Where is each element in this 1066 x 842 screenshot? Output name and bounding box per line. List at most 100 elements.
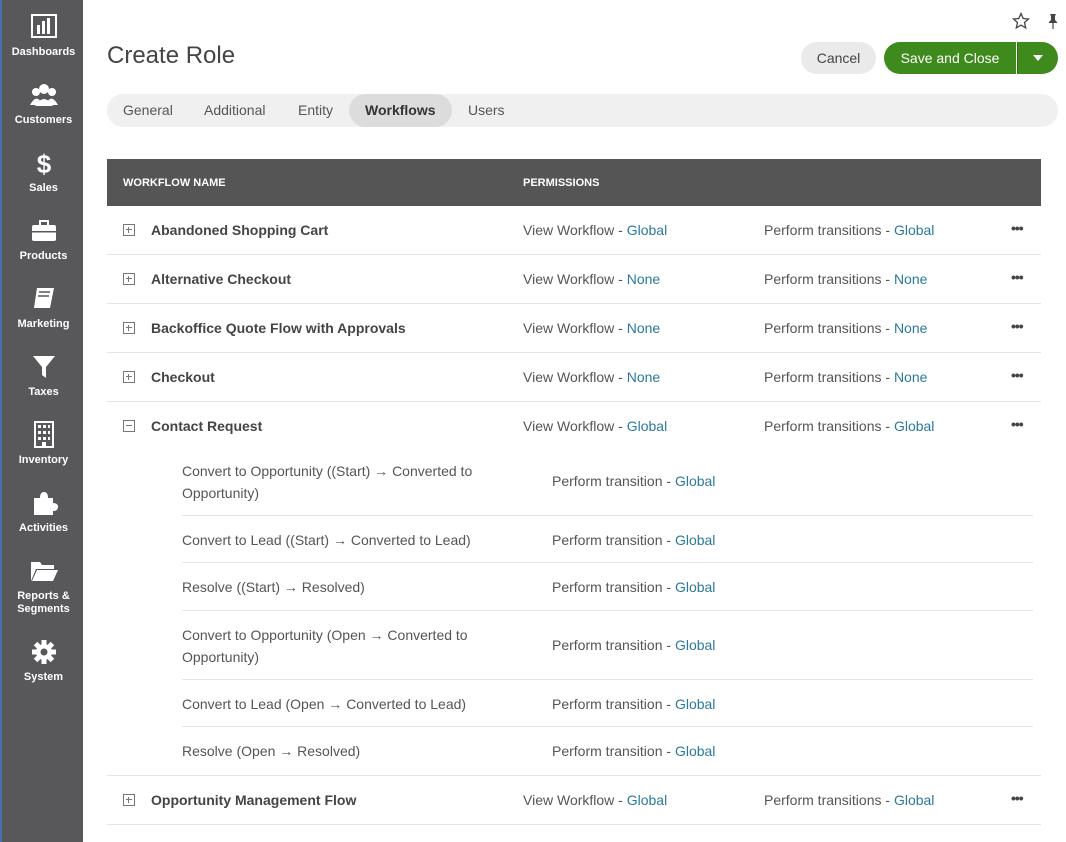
permission-label: Perform transition - — [552, 696, 675, 712]
permission-level-link[interactable]: Global — [627, 222, 667, 238]
table-row: Abandoned Shopping Cart View Workflow - … — [107, 206, 1041, 255]
star-icon[interactable] — [1011, 11, 1031, 30]
transition-name: Resolve (Open → Resolved) — [182, 743, 361, 759]
transition-permission: Perform transition - Global — [552, 696, 715, 712]
tab-workflows[interactable]: Workflows — [349, 94, 452, 127]
transition-name: Convert to Lead (Open → Converted to Lea… — [182, 696, 467, 712]
briefcase-icon — [31, 220, 56, 241]
nav-label: Customers — [14, 114, 73, 126]
permission-label: Perform transition - — [552, 532, 675, 548]
table-row: Checkout View Workflow - None Perform tr… — [107, 353, 1041, 402]
workflow-name: Alternative Checkout — [151, 271, 292, 287]
svg-text:$: $ — [36, 149, 51, 178]
nav-products[interactable]: Products — [2, 216, 85, 263]
nav-marketing[interactable]: Marketing — [2, 284, 85, 331]
permission-label: View Workflow - — [523, 369, 627, 385]
tab-additional[interactable]: Additional — [188, 94, 282, 127]
tab-general[interactable]: General — [107, 94, 189, 127]
expand-icon[interactable] — [123, 371, 135, 383]
nav-label: Reports & Segments — [17, 590, 70, 615]
row-actions-more-icon[interactable]: ••• — [1011, 269, 1024, 285]
nav-label: Sales — [29, 182, 58, 194]
expand-icon[interactable] — [123, 224, 135, 236]
nav-label: Marketing — [17, 318, 70, 330]
row-actions-more-icon[interactable]: ••• — [1011, 416, 1024, 432]
permission-label: View Workflow - — [523, 222, 627, 238]
book-icon — [33, 288, 54, 308]
row-actions-more-icon[interactable]: ••• — [1011, 318, 1024, 334]
permission-level-link[interactable]: Global — [675, 532, 715, 548]
perform-transitions-permission: Perform transitions - None — [764, 320, 927, 336]
tab-entity[interactable]: Entity — [282, 94, 349, 127]
permission-level-link[interactable]: Global — [894, 792, 934, 808]
puzzle-icon — [33, 492, 58, 515]
column-header-workflow-name: WORKFLOW NAME — [123, 177, 226, 189]
workflow-name: Opportunity Management Flow — [151, 792, 357, 808]
transition-row: Convert to Opportunity (Open → Converted… — [182, 611, 1033, 680]
perform-transitions-permission: Perform transitions - Global — [764, 792, 934, 808]
permission-level-link[interactable]: Global — [627, 792, 667, 808]
row-actions-more-icon[interactable]: ••• — [1011, 367, 1024, 383]
permission-level-link[interactable]: None — [627, 320, 660, 336]
transition-row: Resolve ((Start) → Resolved) Perform tra… — [182, 563, 1033, 611]
tab-users[interactable]: Users — [452, 94, 521, 127]
view-workflow-permission: View Workflow - None — [523, 271, 660, 287]
users-icon — [29, 84, 58, 106]
perform-transitions-permission: Perform transitions - None — [764, 369, 927, 385]
save-and-close-button[interactable]: Save and Close — [884, 42, 1016, 74]
permission-level-link[interactable]: Global — [675, 579, 715, 595]
save-options-dropdown[interactable] — [1017, 42, 1058, 74]
nav-customers[interactable]: Customers — [2, 80, 85, 127]
permission-level-link[interactable]: None — [627, 271, 660, 287]
page-title: Create Role — [107, 42, 236, 69]
permission-level-link[interactable]: None — [894, 369, 927, 385]
permission-label: Perform transitions - — [764, 222, 894, 238]
permission-label: Perform transitions - — [764, 320, 894, 336]
permission-level-link[interactable]: Global — [894, 418, 934, 434]
permission-level-link[interactable]: Global — [675, 473, 715, 489]
permission-level-link[interactable]: None — [894, 320, 927, 336]
permission-level-link[interactable]: None — [894, 271, 927, 287]
permission-level-link[interactable]: None — [627, 369, 660, 385]
nav-dashboards[interactable]: Dashboards — [2, 12, 85, 59]
transition-permission: Perform transition - Global — [552, 532, 715, 548]
transition-row: Resolve (Open → Resolved) Perform transi… — [182, 727, 1033, 759]
collapse-icon[interactable] — [123, 420, 135, 432]
gear-icon — [31, 640, 56, 664]
transition-row: Convert to Lead (Open → Converted to Lea… — [182, 680, 1033, 727]
expand-icon[interactable] — [123, 273, 135, 285]
transition-name: Convert to Opportunity (Open → Converted… — [182, 627, 468, 665]
pin-icon[interactable] — [1044, 12, 1062, 30]
permission-label: View Workflow - — [523, 418, 627, 434]
permission-level-link[interactable]: Global — [675, 743, 715, 759]
view-workflow-permission: View Workflow - None — [523, 320, 660, 336]
permission-level-link[interactable]: Global — [675, 696, 715, 712]
nav-label: Taxes — [28, 386, 59, 398]
transition-permission: Perform transition - Global — [552, 473, 715, 489]
expand-icon[interactable] — [123, 794, 135, 806]
permission-level-link[interactable]: Global — [675, 637, 715, 653]
workflow-permissions-grid: WORKFLOW NAME PERMISSIONS Abandoned Shop… — [107, 159, 1041, 825]
permission-label: Perform transition - — [552, 579, 675, 595]
perform-transitions-permission: Perform transitions - Global — [764, 222, 934, 238]
row-actions-more-icon[interactable]: ••• — [1011, 790, 1024, 806]
row-actions-more-icon[interactable]: ••• — [1011, 220, 1024, 236]
view-workflow-permission: View Workflow - Global — [523, 418, 667, 434]
nav-reports-segments[interactable]: Reports & Segments — [2, 556, 85, 616]
transition-permission: Perform transition - Global — [552, 637, 715, 653]
nav-activities[interactable]: Activities — [2, 488, 85, 535]
nav-taxes[interactable]: Taxes — [2, 352, 85, 399]
transition-row: Convert to Lead ((Start) → Converted to … — [182, 516, 1033, 563]
permission-level-link[interactable]: Global — [627, 418, 667, 434]
nav-sales[interactable]: $ Sales — [2, 148, 85, 195]
nav-inventory[interactable]: Inventory — [2, 420, 85, 467]
permission-level-link[interactable]: Global — [894, 222, 934, 238]
transitions-list: Convert to Opportunity ((Start) → Conver… — [107, 451, 1041, 776]
nav-label: Inventory — [18, 454, 69, 466]
nav-system[interactable]: System — [2, 637, 85, 684]
expand-icon[interactable] — [123, 322, 135, 334]
cancel-button[interactable]: Cancel — [801, 42, 876, 74]
transition-name: Convert to Lead ((Start) → Converted to … — [182, 532, 471, 548]
permission-label: Perform transitions - — [764, 792, 894, 808]
tab-bar: General Additional Entity Workflows User… — [107, 94, 1058, 127]
